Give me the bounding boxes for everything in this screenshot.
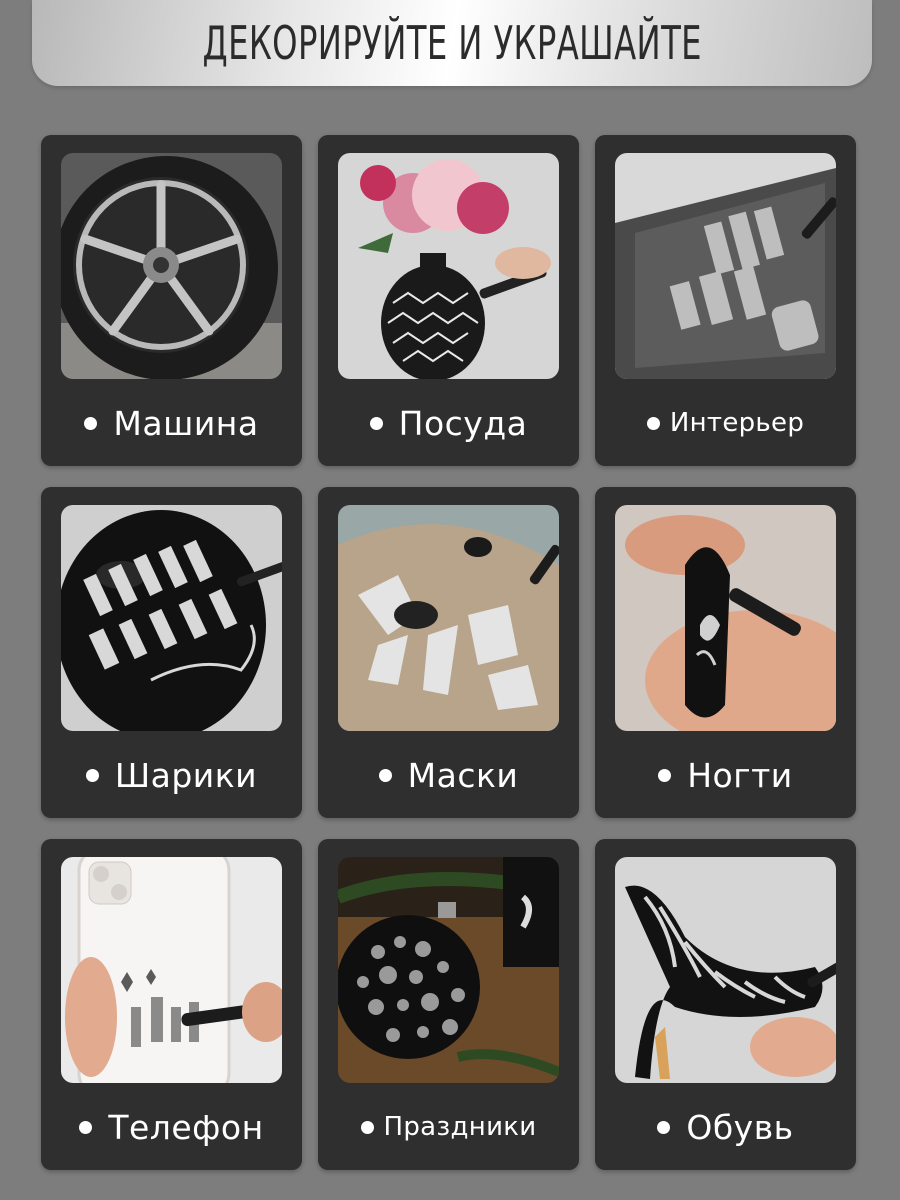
card-nails-caption: Ногти xyxy=(595,745,856,805)
card-label: Праздники xyxy=(383,1112,537,1142)
card-label: Интерьер xyxy=(669,408,805,438)
card-masks-caption: Маски xyxy=(318,745,579,805)
mirror-lettering-photo xyxy=(615,153,836,379)
christmas-ornament-photo xyxy=(338,857,559,1083)
page-title: ДЕКОРИРУЙТЕ И УКРАШАЙТЕ xyxy=(202,16,702,70)
card-balloons[interactable]: Шарики xyxy=(41,487,302,818)
card-label: Шарики xyxy=(114,755,258,795)
decorated-vase-photo xyxy=(338,153,559,379)
card-balloons-caption: Шарики xyxy=(41,745,302,805)
bullet-icon xyxy=(79,1120,93,1134)
card-holidays-caption: Праздники xyxy=(318,1097,579,1157)
card-masks[interactable]: Маски xyxy=(318,487,579,818)
high-heel-shoe-photo xyxy=(615,857,836,1083)
phone-case-photo xyxy=(61,857,282,1083)
card-phone[interactable]: Телефон xyxy=(41,839,302,1170)
card-label: Обувь xyxy=(686,1107,794,1147)
birthday-balloon-photo xyxy=(61,505,282,731)
card-interior-caption: Интерьер xyxy=(595,393,856,453)
card-label: Маски xyxy=(407,755,519,795)
bullet-icon xyxy=(378,768,392,782)
card-dishes[interactable]: Посуда xyxy=(318,135,579,466)
bullet-icon xyxy=(84,416,98,430)
bullet-icon xyxy=(658,768,672,782)
card-label: Ногти xyxy=(687,755,793,795)
card-interior[interactable]: Интерьер xyxy=(595,135,856,466)
card-label: Машина xyxy=(113,403,259,443)
card-nails[interactable]: Ногти xyxy=(595,487,856,818)
card-phone-caption: Телефон xyxy=(41,1097,302,1157)
card-label: Посуда xyxy=(398,403,528,443)
card-dishes-caption: Посуда xyxy=(318,393,579,453)
car-wheel-photo xyxy=(61,153,282,379)
category-grid: Машина Посуда Интерьер Шарики Маски Ногт… xyxy=(41,135,856,1170)
card-shoes-caption: Обувь xyxy=(595,1097,856,1157)
bullet-icon xyxy=(657,1120,671,1134)
card-holidays[interactable]: Праздники xyxy=(318,839,579,1170)
card-label: Телефон xyxy=(108,1107,264,1147)
header-banner: ДЕКОРИРУЙТЕ И УКРАШАЙТЕ xyxy=(32,0,872,86)
bullet-icon xyxy=(360,1120,374,1134)
painted-mask-photo xyxy=(338,505,559,731)
card-car-caption: Машина xyxy=(41,393,302,453)
bullet-icon xyxy=(85,768,99,782)
bullet-icon xyxy=(369,416,383,430)
bullet-icon xyxy=(646,416,660,430)
card-shoes[interactable]: Обувь xyxy=(595,839,856,1170)
painted-nail-photo xyxy=(615,505,836,731)
card-car[interactable]: Машина xyxy=(41,135,302,466)
